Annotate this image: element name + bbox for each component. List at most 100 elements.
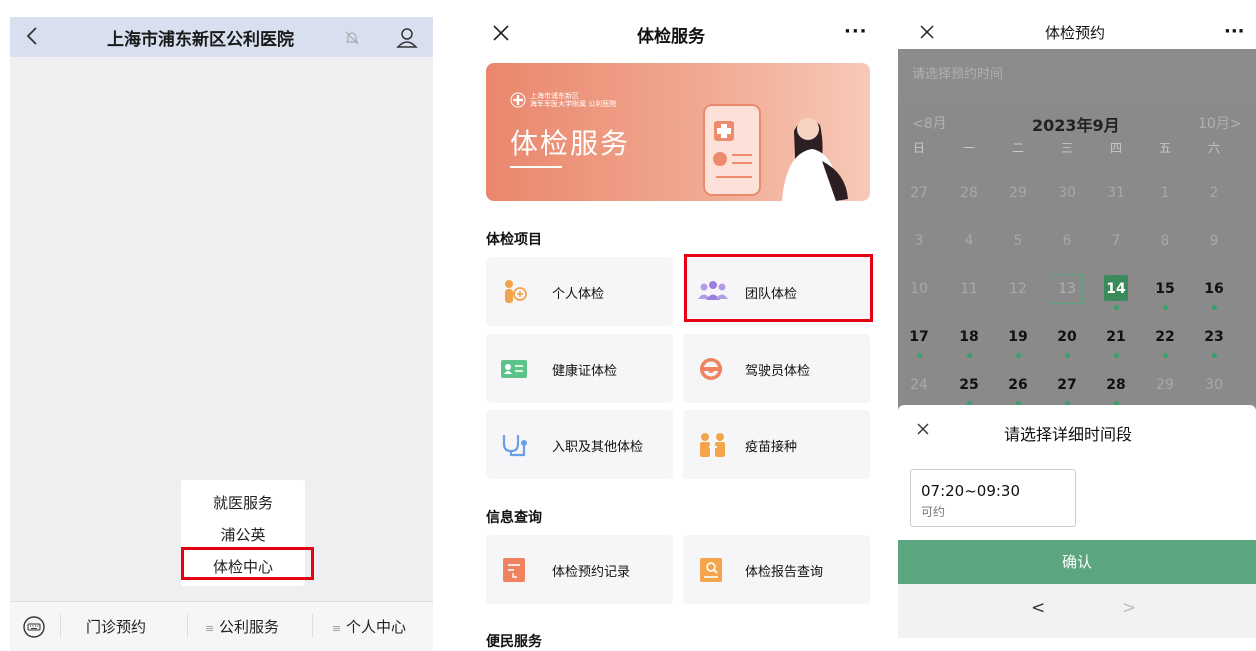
calendar-day[interactable]: 17 xyxy=(906,329,932,345)
records-icon xyxy=(500,557,528,583)
tab-divider xyxy=(187,614,188,638)
highlight-box xyxy=(181,547,314,580)
calendar-day: 6 xyxy=(1062,233,1072,249)
calendar: <8月 2023年9月 10月> 日一二三四五六 27 28 29 30 31 1 2 3 4 5… xyxy=(898,102,1256,410)
calendar-day: 8 xyxy=(1160,233,1170,249)
bottom-tab-bar: 门诊预约 ≡ 公利服务 ≡ 个人中心 xyxy=(10,601,433,651)
exam-service-screen: 体检服务 ··· 上海市浦东新区 海军军医大学附属 公利医院 体检服务 体检项目… xyxy=(463,10,888,651)
close-icon[interactable] xyxy=(917,423,929,435)
page-back-button[interactable]: < xyxy=(1031,598,1045,618)
keyboard-icon[interactable] xyxy=(22,615,46,639)
calendar-day: 3 xyxy=(914,233,924,249)
card-vaccination[interactable]: 疫苗接种 xyxy=(683,410,870,479)
card-label: 体检报告查询 xyxy=(745,565,824,580)
calendar-day[interactable]: 15 xyxy=(1152,281,1178,297)
menu-item-medical[interactable]: 就医服务 xyxy=(181,492,305,513)
weekday-label: 五 xyxy=(1158,141,1171,155)
card-report-query[interactable]: 体检报告查询 xyxy=(683,535,870,604)
exam-booking-screen: 体检预约 ··· 请选择预约时间 <8月 2023年9月 10月> 日 一 二 三 四 五… xyxy=(898,10,1256,651)
current-month-label: 2023年9月 xyxy=(1032,116,1120,135)
id-card-icon xyxy=(500,356,528,382)
availability-dot xyxy=(1211,353,1217,358)
calendar-day: 29 xyxy=(1009,185,1027,201)
menu-marker-icon: ≡ xyxy=(205,622,215,635)
user-icon[interactable] xyxy=(396,27,418,49)
availability-dot xyxy=(1162,353,1168,358)
calendar-day: 12 xyxy=(1009,281,1027,297)
card-label: 疫苗接种 xyxy=(745,440,798,455)
page-title: 体检预约 xyxy=(1045,24,1106,42)
hospital-logo: 上海市浦东新区 海军军医大学附属 公利医院 xyxy=(510,92,616,108)
tab-personal-center[interactable]: ≡ 个人中心 xyxy=(332,616,406,637)
close-icon[interactable] xyxy=(492,24,510,42)
more-icon[interactable]: ··· xyxy=(844,21,868,42)
availability-dot xyxy=(916,353,922,358)
menu-item-pugongying[interactable]: 浦公英 xyxy=(181,524,305,545)
doctor-illustration xyxy=(686,91,862,201)
availability-dot xyxy=(1064,353,1070,358)
prev-month-button[interactable]: <8月 xyxy=(912,113,947,133)
weekday-label: 六 xyxy=(1207,141,1220,155)
hospital-home-screen: 上海市浦东新区公利医院 就医服务 浦公英 体检中心 门诊预约 ≡ 公利服务 ≡ … xyxy=(10,17,433,651)
calendar-day[interactable]: 27 xyxy=(1054,377,1080,393)
weekday-label: 二 xyxy=(1011,141,1024,155)
tab-clinic-booking[interactable]: 门诊预约 xyxy=(86,616,146,637)
availability-dot xyxy=(966,353,972,358)
calendar-day[interactable]: 28 xyxy=(1103,377,1129,393)
calendar-day[interactable]: 18 xyxy=(956,329,982,345)
card-driver-exam[interactable]: 驾驶员体检 xyxy=(683,334,870,403)
calendar-day: 28 xyxy=(960,185,978,201)
card-personal-exam[interactable]: 个人体检 xyxy=(486,257,673,326)
more-icon[interactable]: ··· xyxy=(1224,21,1245,42)
calendar-day: 1 xyxy=(1160,185,1170,201)
slot-time: 07:20~09:30 xyxy=(921,482,1021,500)
card-label: 驾驶员体检 xyxy=(745,364,811,379)
availability-dot xyxy=(1015,353,1021,358)
tab-divider xyxy=(60,614,61,638)
calendar-day: 30 xyxy=(1058,185,1076,201)
availability-dot xyxy=(1211,305,1217,310)
calendar-day: 31 xyxy=(1107,185,1125,201)
calendar-day[interactable]: 14 xyxy=(1103,281,1129,297)
calendar-day[interactable]: 16 xyxy=(1201,281,1227,297)
calendar-day[interactable]: 21 xyxy=(1103,329,1129,345)
weekday-label: 一 xyxy=(962,141,975,155)
calendar-day: 5 xyxy=(1013,233,1023,249)
section-convenience-title: 便民服务 xyxy=(486,634,542,650)
card-label: 个人体检 xyxy=(552,287,605,302)
calendar-day: 7 xyxy=(1111,233,1121,249)
page-title: 上海市浦东新区公利医院 xyxy=(107,30,294,50)
calendar-day[interactable]: 26 xyxy=(1005,377,1031,393)
menu-marker-icon: ≡ xyxy=(332,622,342,635)
weekday-label: 三 xyxy=(1060,141,1073,155)
availability-dot xyxy=(1113,305,1119,310)
card-health-cert-exam[interactable]: 健康证体检 xyxy=(486,334,673,403)
banner-underline xyxy=(510,166,562,168)
banner-title: 体检服务 xyxy=(510,127,631,160)
calendar-day: 30 xyxy=(1205,377,1223,393)
calendar-day[interactable]: 20 xyxy=(1054,329,1080,345)
section-info-title: 信息查询 xyxy=(486,510,542,526)
sheet-title: 请选择详细时间段 xyxy=(1004,425,1133,444)
calendar-day[interactable]: 23 xyxy=(1201,329,1227,345)
calendar-day: 24 xyxy=(910,377,928,393)
calendar-day[interactable]: 25 xyxy=(956,377,982,393)
page-forward-button[interactable]: > xyxy=(1122,598,1136,618)
slot-status: 可约 xyxy=(921,505,946,519)
banner: 上海市浦东新区 海军军医大学附属 公利医院 体检服务 xyxy=(486,63,870,201)
next-month-button[interactable]: 10月> xyxy=(1198,113,1242,133)
report-search-icon xyxy=(697,557,725,583)
card-employment-exam[interactable]: 入职及其他体检 xyxy=(486,410,673,479)
time-slot-option[interactable]: 07:20~09:30 可约 xyxy=(910,469,1076,527)
calendar-day[interactable]: 22 xyxy=(1152,329,1178,345)
confirm-button[interactable]: 确认 xyxy=(898,540,1256,584)
section-exam-title: 体检项目 xyxy=(486,232,542,248)
tab-gongli-service[interactable]: ≡ 公利服务 xyxy=(205,616,279,637)
calendar-day: 11 xyxy=(960,281,978,297)
back-icon[interactable] xyxy=(24,25,42,47)
close-icon[interactable] xyxy=(919,24,935,40)
time-hint: 请选择预约时间 xyxy=(912,67,1004,82)
calendar-day[interactable]: 19 xyxy=(1005,329,1031,345)
card-booking-records[interactable]: 体检预约记录 xyxy=(486,535,673,604)
calendar-day: 29 xyxy=(1156,377,1174,393)
